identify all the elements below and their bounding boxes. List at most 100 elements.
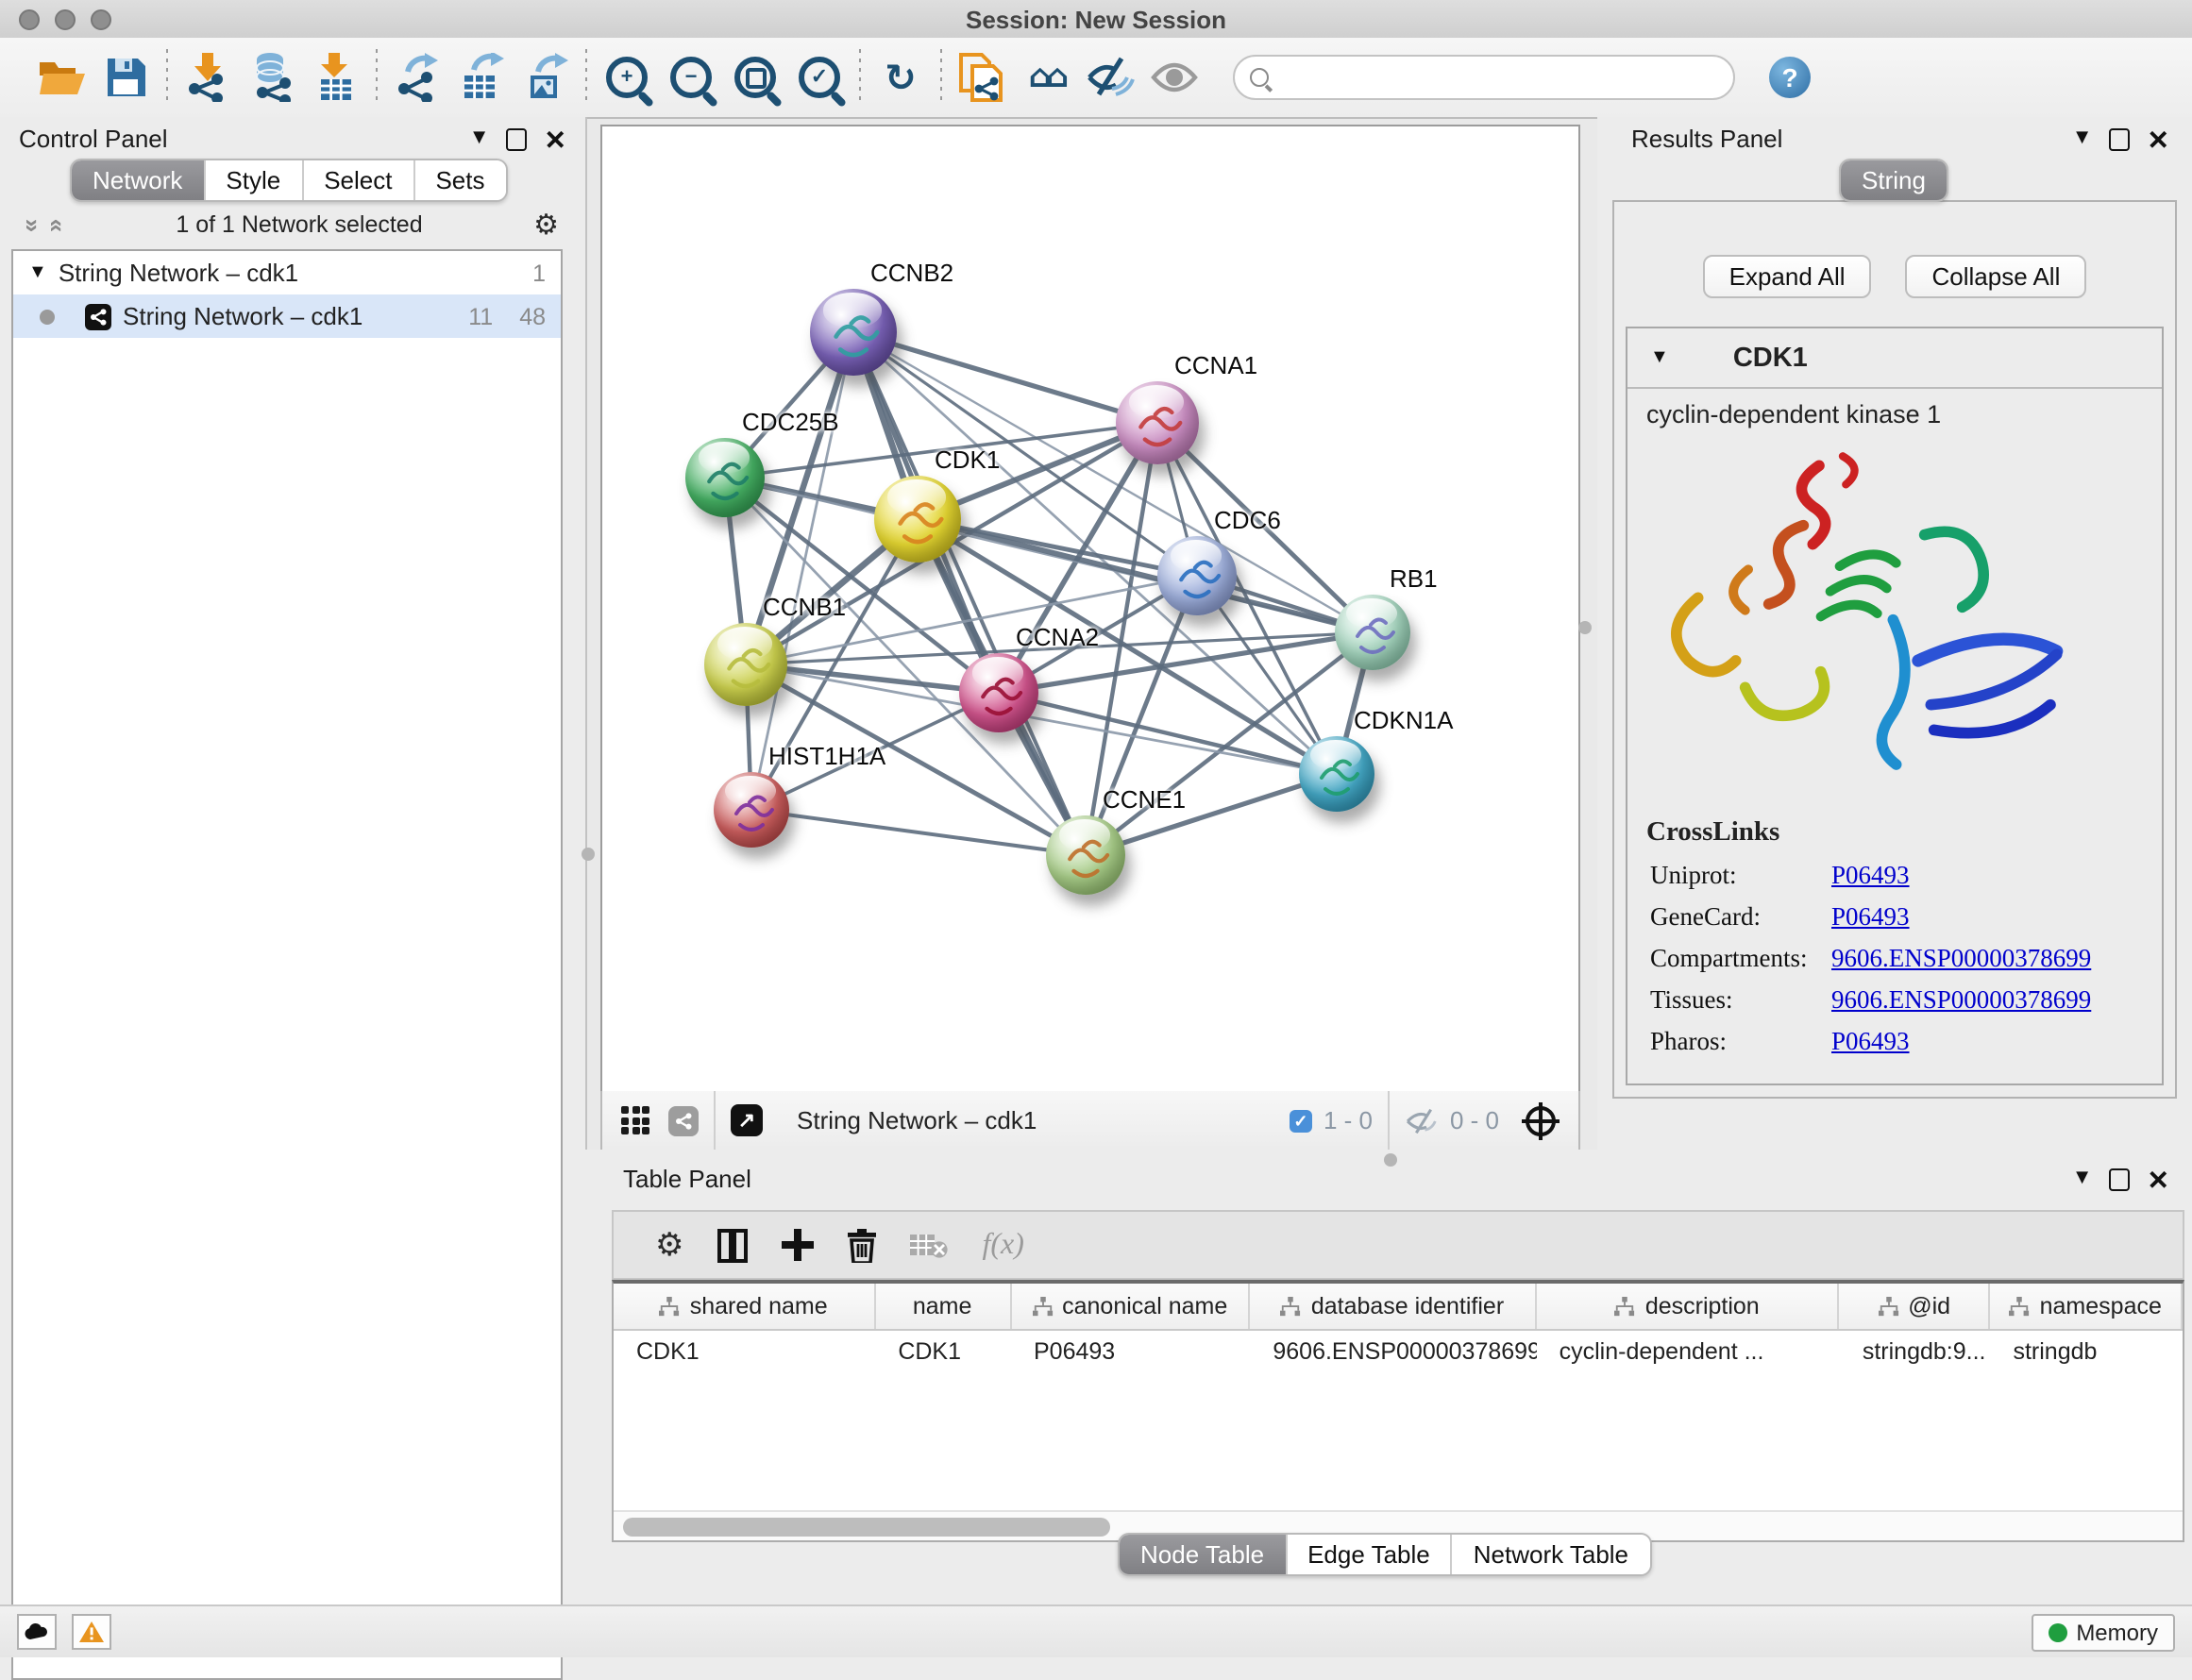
tab-string[interactable]: String <box>1841 160 1947 200</box>
cloud-status-button[interactable] <box>17 1614 57 1650</box>
table-toolbar: ⚙ f(x) <box>612 1210 2184 1280</box>
export-table-button[interactable] <box>449 45 514 109</box>
collapse-panel-icon[interactable]: ▼ <box>2072 128 2093 149</box>
show-all-button[interactable] <box>1142 45 1206 109</box>
network-label: String Network – cdk1 <box>123 302 363 330</box>
table-options-gear-icon[interactable]: ⚙ <box>655 1226 684 1264</box>
zoom-fit-button[interactable] <box>723 45 787 109</box>
expand-all-button[interactable]: Expand All <box>1703 255 1872 298</box>
import-table-file-button[interactable] <box>304 45 368 109</box>
save-session-button[interactable] <box>94 45 159 109</box>
help-button[interactable]: ? <box>1769 57 1811 98</box>
float-panel-icon[interactable] <box>507 127 528 150</box>
import-table-icon <box>315 53 357 102</box>
table-cell[interactable]: cyclin-dependent ... <box>1537 1338 1840 1365</box>
show-columns-icon[interactable] <box>718 1228 749 1262</box>
table-cell[interactable]: CDK1 <box>614 1338 875 1365</box>
collection-expand-icon[interactable]: ▼ <box>28 262 47 283</box>
left-splitter-handle[interactable] <box>582 848 595 861</box>
table-cell[interactable]: P06493 <box>1011 1338 1250 1365</box>
float-panel-icon[interactable] <box>2110 127 2131 150</box>
network-node-HIST1H1A[interactable] <box>714 772 789 848</box>
tab-network[interactable]: Network <box>72 160 205 200</box>
network-node-CDKN1A[interactable] <box>1299 736 1374 812</box>
crosslink-link[interactable]: P06493 <box>1831 1027 1910 1057</box>
network-node-RB1[interactable] <box>1335 595 1410 670</box>
close-panel-icon[interactable]: ✕ <box>2148 126 2169 152</box>
table-cell[interactable]: 9606.ENSP00000378699 <box>1250 1338 1536 1365</box>
tab-edge-table[interactable]: Edge Table <box>1287 1535 1453 1574</box>
navigator-crosshair-icon[interactable] <box>1526 1105 1556 1135</box>
table-cell[interactable]: CDK1 <box>875 1338 1011 1365</box>
selected-checkbox-icon[interactable]: ✓ <box>1290 1109 1312 1132</box>
crosslink-link[interactable]: 9606.ENSP00000378699 <box>1831 944 2091 974</box>
tab-sets[interactable]: Sets <box>414 160 505 200</box>
import-network-file-button[interactable] <box>176 45 240 109</box>
zoom-out-button[interactable]: − <box>659 45 723 109</box>
column-header--id[interactable]: @id <box>1840 1284 1991 1329</box>
tab-node-table[interactable]: Node Table <box>1120 1535 1287 1574</box>
network-node-CDC6[interactable] <box>1157 536 1237 615</box>
network-row[interactable]: String Network – cdk1 11 48 <box>13 294 561 338</box>
network-node-CCNA2[interactable] <box>959 653 1038 732</box>
houses-icon: ⌂⌂ <box>1029 61 1064 93</box>
crosslink-link[interactable]: 9606.ENSP00000378699 <box>1831 985 2091 1016</box>
warnings-button[interactable] <box>72 1614 111 1650</box>
tab-style[interactable]: Style <box>205 160 303 200</box>
export-network-button[interactable] <box>385 45 449 109</box>
close-panel-icon[interactable]: ✕ <box>2148 1166 2169 1192</box>
network-options-gear-icon[interactable]: ⚙ <box>533 208 559 242</box>
network-node-CCNA1[interactable] <box>1116 381 1199 464</box>
network-node-CCNB1[interactable] <box>704 623 787 706</box>
collapse-panel-icon[interactable]: ▼ <box>2072 1168 2093 1189</box>
open-in-window-icon[interactable]: ↗ <box>731 1104 763 1136</box>
network-node-CCNB2[interactable] <box>810 289 897 376</box>
collapse-panel-icon[interactable]: ▼ <box>469 128 490 149</box>
memory-button[interactable]: Memory <box>2031 1613 2175 1651</box>
hide-selected-button[interactable] <box>1078 45 1142 109</box>
right-splitter-handle[interactable] <box>1578 621 1592 634</box>
string-results-container: Expand All Collapse All ▼ CDK1 cyclin-de… <box>1612 200 2177 1099</box>
first-neighbors-button[interactable]: ⌂⌂ <box>1014 45 1078 109</box>
collapse-all-networks-icon[interactable]: « <box>44 218 73 231</box>
collapse-all-button[interactable]: Collapse All <box>1906 255 2087 298</box>
column-header-database-identifier[interactable]: database identifier <box>1250 1284 1536 1329</box>
delete-column-trash-icon[interactable] <box>849 1228 877 1262</box>
network-view-canvas[interactable]: CCNB2 CCNA1 CDC25B CDK1 CDC6 RB1 CCNB1 C… <box>600 125 1580 1095</box>
column-header-canonical-name[interactable]: canonical name <box>1011 1284 1250 1329</box>
horizontal-splitter-handle[interactable] <box>1384 1153 1397 1167</box>
network-share-icon[interactable] <box>668 1105 699 1135</box>
network-node-CDC25B[interactable] <box>685 438 765 517</box>
table-row[interactable]: CDK1CDK1P064939606.ENSP00000378699cyclin… <box>614 1331 2183 1372</box>
duplicate-network-button[interactable] <box>950 45 1014 109</box>
network-node-CCNE1[interactable] <box>1046 815 1125 895</box>
float-panel-icon[interactable] <box>2110 1168 2131 1190</box>
zoom-selected-button[interactable]: ✓ <box>787 45 852 109</box>
birdseye-grid-icon[interactable] <box>621 1106 649 1134</box>
tab-select[interactable]: Select <box>303 160 414 200</box>
network-collection-row[interactable]: ▼ String Network – cdk1 1 <box>13 251 561 294</box>
export-image-button[interactable] <box>514 45 578 109</box>
open-session-button[interactable] <box>30 45 94 109</box>
close-panel-icon[interactable]: ✕ <box>545 126 566 152</box>
crosslink-label: Uniprot: <box>1650 861 1831 891</box>
node-label-CDC25B: CDC25B <box>742 408 839 436</box>
column-header-name[interactable]: name <box>875 1284 1011 1329</box>
column-header-namespace[interactable]: namespace <box>1991 1284 2184 1329</box>
network-node-CDK1[interactable] <box>874 476 961 563</box>
tab-network-table[interactable]: Network Table <box>1453 1535 1649 1574</box>
import-network-database-button[interactable] <box>240 45 304 109</box>
crosslink-link[interactable]: P06493 <box>1831 902 1910 932</box>
gene-expand-icon[interactable]: ▼ <box>1650 347 1669 368</box>
protein-squiggle-icon <box>704 623 787 706</box>
column-header-shared-name[interactable]: shared name <box>614 1284 875 1329</box>
zoom-in-button[interactable]: + <box>595 45 659 109</box>
apply-layout-button[interactable]: ↻ <box>868 45 933 109</box>
scrollbar-thumb[interactable] <box>623 1517 1110 1536</box>
crosslink-link[interactable]: P06493 <box>1831 861 1910 891</box>
create-column-plus-icon[interactable] <box>783 1229 815 1261</box>
column-header-description[interactable]: description <box>1537 1284 1840 1329</box>
table-cell[interactable]: stringdb:9... <box>1840 1338 1991 1365</box>
search-input[interactable] <box>1280 62 1718 92</box>
table-cell[interactable]: stringdb <box>1990 1338 2183 1365</box>
